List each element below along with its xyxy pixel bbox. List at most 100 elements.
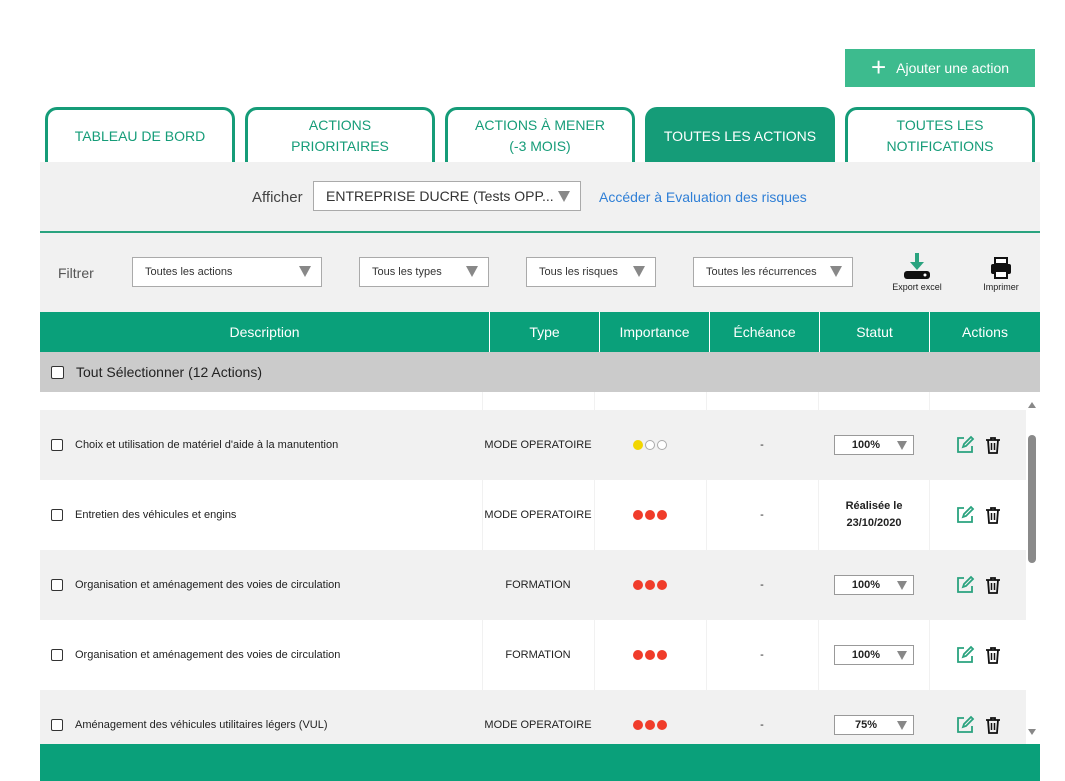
trash-icon[interactable]	[985, 646, 1001, 664]
filter-types-value: Tous les types	[372, 266, 442, 278]
trash-icon[interactable]	[985, 436, 1001, 454]
select-all-checkbox[interactable]	[51, 365, 64, 379]
filter-label: Filtrer	[58, 265, 94, 281]
chevron-down-icon	[897, 581, 907, 590]
row-checkbox[interactable]	[51, 719, 63, 731]
chevron-down-icon	[466, 266, 478, 277]
table-row: Entretien des véhicules et engins MODE O…	[40, 480, 1026, 550]
importance-dot-empty	[657, 440, 667, 450]
column-divider	[482, 392, 483, 744]
company-select-value: ENTREPRISE DUCRE (Tests OPP...	[326, 188, 554, 204]
importance-dot-filled	[633, 510, 643, 520]
chevron-down-icon	[897, 721, 907, 730]
scrollbar-graphic	[1028, 402, 1036, 735]
export-excel-button[interactable]: Export excel	[885, 252, 949, 292]
edit-icon[interactable]	[955, 435, 975, 455]
download-icon	[904, 253, 930, 279]
importance-dot-filled	[657, 720, 667, 730]
chevron-down-icon	[633, 266, 645, 277]
row-checkbox[interactable]	[51, 579, 63, 591]
trash-icon[interactable]	[985, 576, 1001, 594]
row-checkbox[interactable]	[51, 439, 63, 451]
edit-icon[interactable]	[955, 645, 975, 665]
tab-all-actions[interactable]: TOUTES LES ACTIONS	[645, 107, 835, 162]
row-deadline: -	[760, 439, 764, 451]
table-row: Organisation et aménagement des voies de…	[40, 550, 1026, 620]
row-deadline: -	[760, 649, 764, 661]
status-value: 75%	[854, 719, 878, 731]
importance-dots	[594, 550, 706, 620]
header-actions: Actions	[962, 324, 1008, 340]
trash-icon[interactable]	[985, 506, 1001, 524]
header-deadline[interactable]: Échéance	[710, 312, 820, 352]
row-type: MODE OPERATOIRE	[484, 719, 592, 731]
table-row: Organisation et aménagement des voies de…	[40, 620, 1026, 690]
importance-dot-filled	[657, 580, 667, 590]
tab-label: TOUTES LES ACTIONS	[663, 127, 817, 144]
status-value: 100%	[851, 439, 881, 451]
status-select[interactable]: 75%	[834, 715, 914, 735]
tab-priority-actions[interactable]: ACTIONS PRIORITAIRES	[245, 107, 435, 162]
trash-icon[interactable]	[985, 716, 1001, 734]
plus-icon: +	[870, 51, 887, 82]
row-deadline: -	[760, 509, 764, 521]
tab-dashboard[interactable]: TABLEAU DE BORD	[45, 107, 235, 162]
filter-actions-value: Toutes les actions	[145, 266, 233, 278]
importance-dots	[594, 620, 706, 690]
tab-actions-3-months[interactable]: ACTIONS À MENER (-3 MOIS)	[445, 107, 635, 162]
row-description: Entretien des véhicules et engins	[75, 509, 237, 521]
scroll-down-icon	[1028, 729, 1036, 735]
table-scrollbar[interactable]	[1026, 397, 1038, 741]
row-type: MODE OPERATOIRE	[484, 439, 592, 451]
add-action-button[interactable]: + Ajouter une action	[845, 49, 1035, 87]
chevron-down-icon	[558, 191, 570, 202]
importance-dot-filled	[645, 650, 655, 660]
filter-risks-select[interactable]: Tous les risques	[526, 257, 656, 287]
status-select[interactable]: 100%	[834, 575, 914, 595]
importance-dot-empty	[645, 440, 655, 450]
table-row: Choix et utilisation de matériel d'aide …	[40, 410, 1026, 480]
row-description: Aménagement des véhicules utilitaires lé…	[75, 719, 328, 731]
row-description: Choix et utilisation de matériel d'aide …	[75, 439, 339, 451]
status-select[interactable]: 100%	[834, 435, 914, 455]
importance-dots	[594, 410, 706, 480]
header-type[interactable]: Type	[490, 312, 600, 352]
display-label: Afficher	[252, 189, 303, 206]
importance-dot-filled	[645, 580, 655, 590]
tab-label: ACTIONS PRIORITAIRES	[291, 117, 389, 154]
row-description: Organisation et aménagement des voies de…	[75, 579, 341, 591]
row-type: FORMATION	[505, 579, 571, 591]
filter-types-select[interactable]: Tous les types	[359, 257, 489, 287]
company-select[interactable]: ENTREPRISE DUCRE (Tests OPP...	[313, 181, 581, 211]
importance-dot-filled	[633, 440, 643, 450]
edit-icon[interactable]	[955, 505, 975, 525]
chevron-down-icon	[830, 266, 842, 277]
column-divider	[706, 392, 707, 744]
importance-dot-filled	[633, 580, 643, 590]
scrollbar-thumb	[1028, 435, 1036, 563]
header-status[interactable]: Statut	[820, 312, 930, 352]
importance-dots	[594, 480, 706, 550]
printer-icon	[991, 257, 1011, 279]
risk-evaluation-link[interactable]: Accéder à Evaluation des risques	[599, 189, 807, 205]
table-footer	[40, 744, 1040, 781]
row-checkbox[interactable]	[51, 509, 63, 521]
select-all-row[interactable]: Tout Sélectionner (12 Actions)	[40, 352, 1040, 392]
column-divider	[818, 392, 819, 744]
actions-table-body: Choix et utilisation de matériel d'aide …	[40, 392, 1026, 744]
completion-status: Réalisée le 23/10/2020	[846, 498, 903, 532]
print-button[interactable]: Imprimer	[975, 256, 1027, 292]
tab-all-notifications[interactable]: TOUTES LES NOTIFICATIONS	[845, 107, 1035, 162]
importance-dot-filled	[633, 720, 643, 730]
row-deadline: -	[760, 579, 764, 591]
status-select[interactable]: 100%	[834, 645, 914, 665]
edit-icon[interactable]	[955, 715, 975, 735]
edit-icon[interactable]	[955, 575, 975, 595]
tab-label: TABLEAU DE BORD	[74, 127, 206, 144]
tab-label: TOUTES LES NOTIFICATIONS	[886, 117, 994, 154]
row-checkbox[interactable]	[51, 649, 63, 661]
header-importance[interactable]: Importance	[600, 312, 710, 352]
filter-actions-select[interactable]: Toutes les actions	[132, 257, 322, 287]
header-description[interactable]: Description	[40, 312, 490, 352]
filter-recurrences-select[interactable]: Toutes les récurrences	[693, 257, 853, 287]
